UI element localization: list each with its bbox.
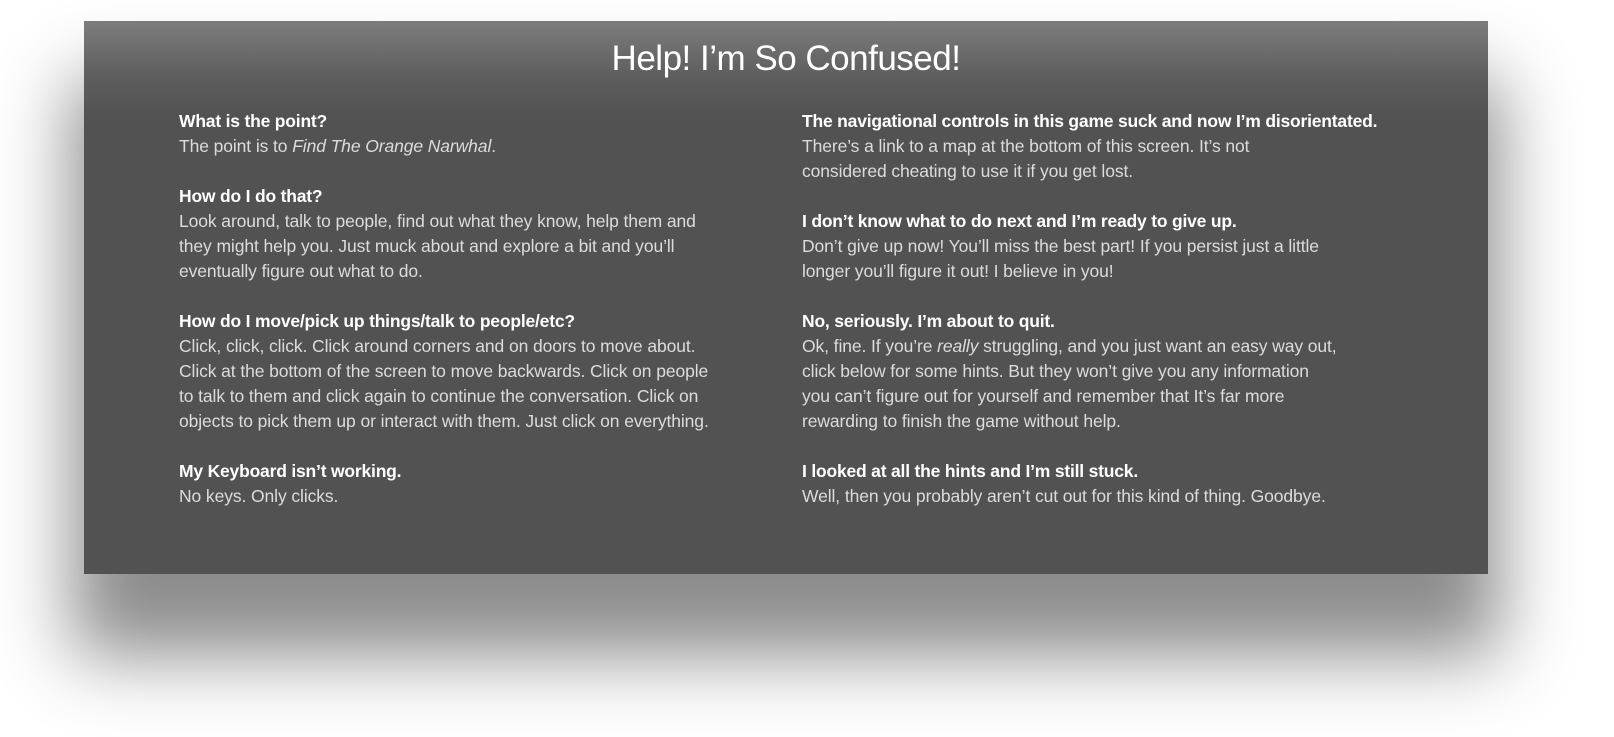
faq-item: What is the point? The point is to Find …	[179, 109, 779, 159]
faq-answer: The point is to Find The Orange Narwhal.	[179, 134, 779, 159]
faq-answer: Don’t give up now! You’ll miss the best …	[802, 234, 1402, 284]
faq-column-right: The navigational controls in this game s…	[802, 109, 1402, 534]
faq-question: My Keyboard isn’t working.	[179, 461, 402, 481]
page-title: Help! I’m So Confused!	[611, 39, 961, 78]
faq-question: No, seriously. I’m about to quit.	[802, 311, 1055, 331]
answer-text: .	[491, 136, 496, 156]
answer-line: considered cheating to use it if you get…	[802, 161, 1134, 181]
faq-item: No, seriously. I’m about to quit. Ok, fi…	[802, 309, 1402, 434]
faq-answer: Look around, talk to people, find out wh…	[179, 209, 779, 284]
faq-question: I don’t know what to do next and I’m rea…	[802, 211, 1237, 231]
faq-answer: Click, click, click. Click around corner…	[179, 334, 779, 434]
answer-line: Look around, talk to people, find out wh…	[179, 211, 696, 231]
faq-answer: No keys. Only clicks.	[179, 484, 779, 509]
emphasis-text: really	[937, 336, 979, 356]
faq-question: I looked at all the hints and I’m still …	[802, 461, 1139, 481]
faq-answer: There’s a link to a map at the bottom of…	[802, 134, 1402, 184]
faq-column-left: What is the point? The point is to Find …	[179, 109, 779, 534]
answer-line: objects to pick them up or interact with…	[179, 411, 709, 431]
game-goal-text: Find The Orange Narwhal	[292, 136, 492, 156]
faq-item: The navigational controls in this game s…	[802, 109, 1402, 184]
faq-item: How do I move/pick up things/talk to peo…	[179, 309, 779, 434]
answer-line: Don’t give up now! You’ll miss the best …	[802, 236, 1319, 256]
answer-line: There’s a link to a map at the bottom of…	[802, 136, 1250, 156]
answer-line: to talk to them and click again to conti…	[179, 386, 699, 406]
answer-line: Click, click, click. Click around corner…	[179, 336, 696, 356]
faq-item: I looked at all the hints and I’m still …	[802, 459, 1402, 509]
help-panel: Help! I’m So Confused! What is the point…	[84, 21, 1488, 574]
answer-line: click below for some hints. But they won…	[802, 361, 1309, 381]
faq-question: How do I do that?	[179, 186, 323, 206]
faq-item: How do I do that? Look around, talk to p…	[179, 184, 779, 284]
faq-answer: Ok, fine. If you’re really struggling, a…	[802, 334, 1402, 434]
faq-question: The navigational controls in this game s…	[802, 111, 1378, 131]
answer-line: rewarding to finish the game without hel…	[802, 411, 1121, 431]
answer-line: you can’t figure out for yourself and re…	[802, 386, 1285, 406]
answer-line: longer you’ll figure it out! I believe i…	[802, 261, 1114, 281]
answer-line: Ok, fine. If you’re really struggling, a…	[802, 334, 1402, 359]
answer-line: they might help you. Just muck about and…	[179, 236, 675, 256]
faq-item: My Keyboard isn’t working. No keys. Only…	[179, 459, 779, 509]
answer-text: Ok, fine. If you’re	[802, 336, 938, 356]
answer-line: Click at the bottom of the screen to mov…	[179, 361, 709, 381]
faq-answer: Well, then you probably aren’t cut out f…	[802, 484, 1402, 509]
faq-question: How do I move/pick up things/talk to peo…	[179, 311, 575, 331]
faq-item: I don’t know what to do next and I’m rea…	[802, 209, 1402, 284]
answer-line: Well, then you probably aren’t cut out f…	[802, 486, 1326, 506]
faq-question: What is the point?	[179, 111, 328, 131]
answer-line: The point is to Find The Orange Narwhal.	[179, 134, 779, 159]
answer-text: struggling, and you just want an easy wa…	[978, 336, 1337, 356]
answer-text: The point is to	[179, 136, 293, 156]
answer-line: No keys. Only clicks.	[179, 486, 339, 506]
answer-line: eventually figure out what to do.	[179, 261, 423, 281]
